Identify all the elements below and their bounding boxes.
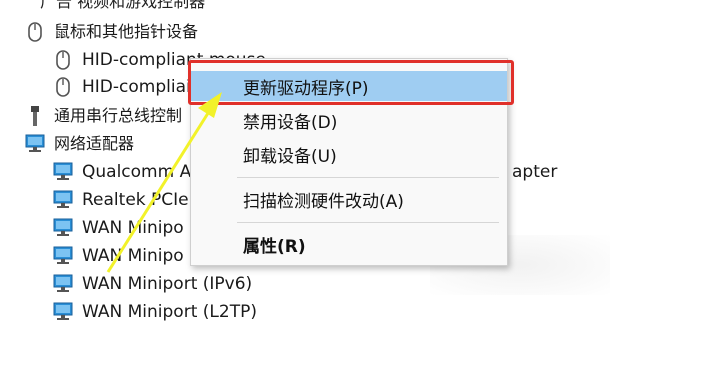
annotation-arrow-icon xyxy=(106,92,222,273)
